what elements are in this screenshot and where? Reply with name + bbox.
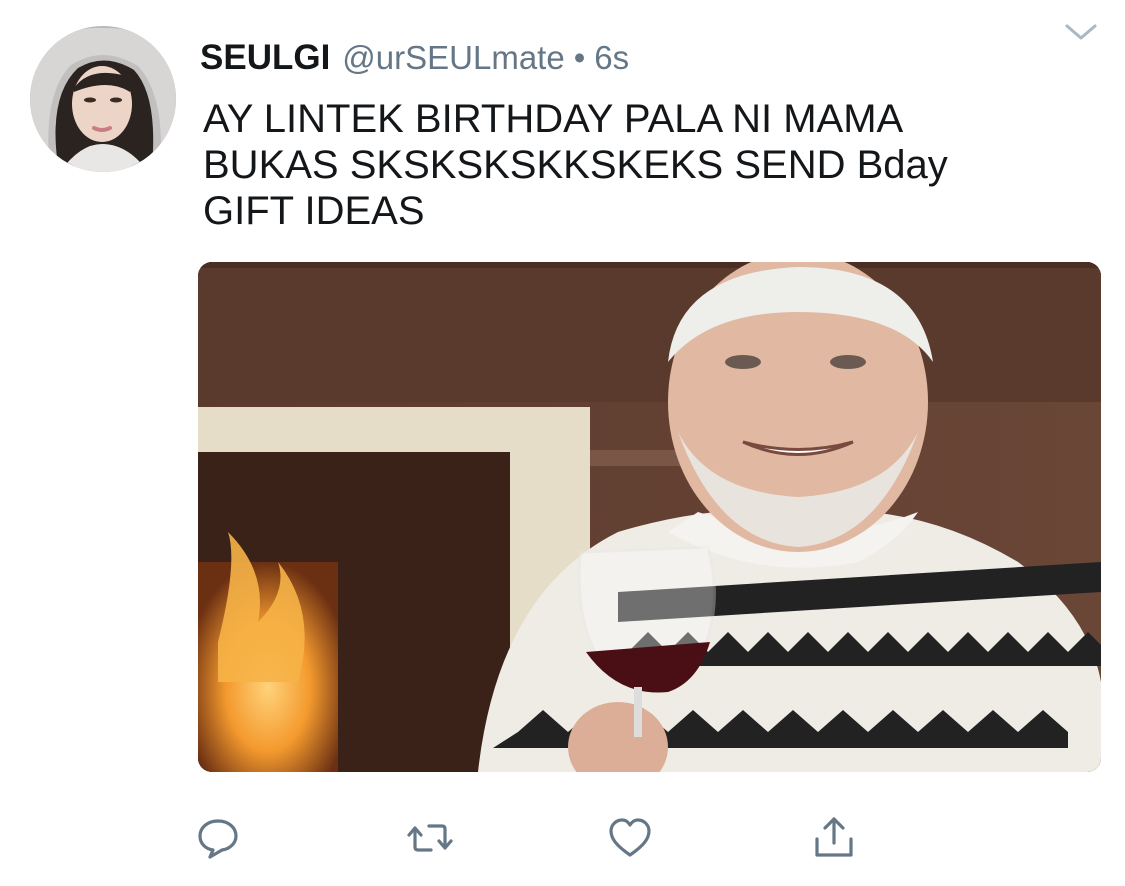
tweet-card[interactable]: SEULGI @urSEULmate • 6s AY LINTEK BIRTHD… [0, 0, 1125, 886]
user-handle[interactable]: @urSEULmate [342, 39, 564, 77]
meme-photo [198, 262, 1101, 772]
avatar[interactable] [30, 26, 176, 172]
like-button[interactable] [604, 812, 656, 864]
tweet-text: AY LINTEK BIRTHDAY PALA NI MAMA BUKAS SK… [203, 96, 1073, 234]
display-name[interactable]: SEULGI [200, 38, 330, 78]
tweet-text-line: GIFT IDEAS [203, 189, 425, 233]
share-upload-icon [815, 817, 853, 857]
separator-dot: • [573, 39, 586, 76]
tweet-text-line: AY LINTEK BIRTHDAY PALA NI MAMA [203, 97, 904, 141]
timestamp[interactable]: 6s [594, 39, 629, 77]
tweet-media-photo[interactable] [198, 262, 1101, 772]
retweet-button[interactable] [404, 812, 456, 864]
retweet-arrows-icon [407, 824, 453, 852]
chevron-down-icon[interactable] [1063, 20, 1099, 44]
share-button[interactable] [808, 812, 860, 864]
reply-button[interactable] [192, 812, 244, 864]
avatar-photo [30, 26, 176, 172]
tweet-header: SEULGI @urSEULmate • 6s [200, 38, 629, 82]
tweet-actions [0, 812, 1125, 864]
speech-bubble-icon [198, 819, 238, 859]
heart-icon [609, 818, 651, 857]
tweet-text-line: BUKAS SKSKSKSKKSKEKS SEND Bday [203, 143, 948, 187]
